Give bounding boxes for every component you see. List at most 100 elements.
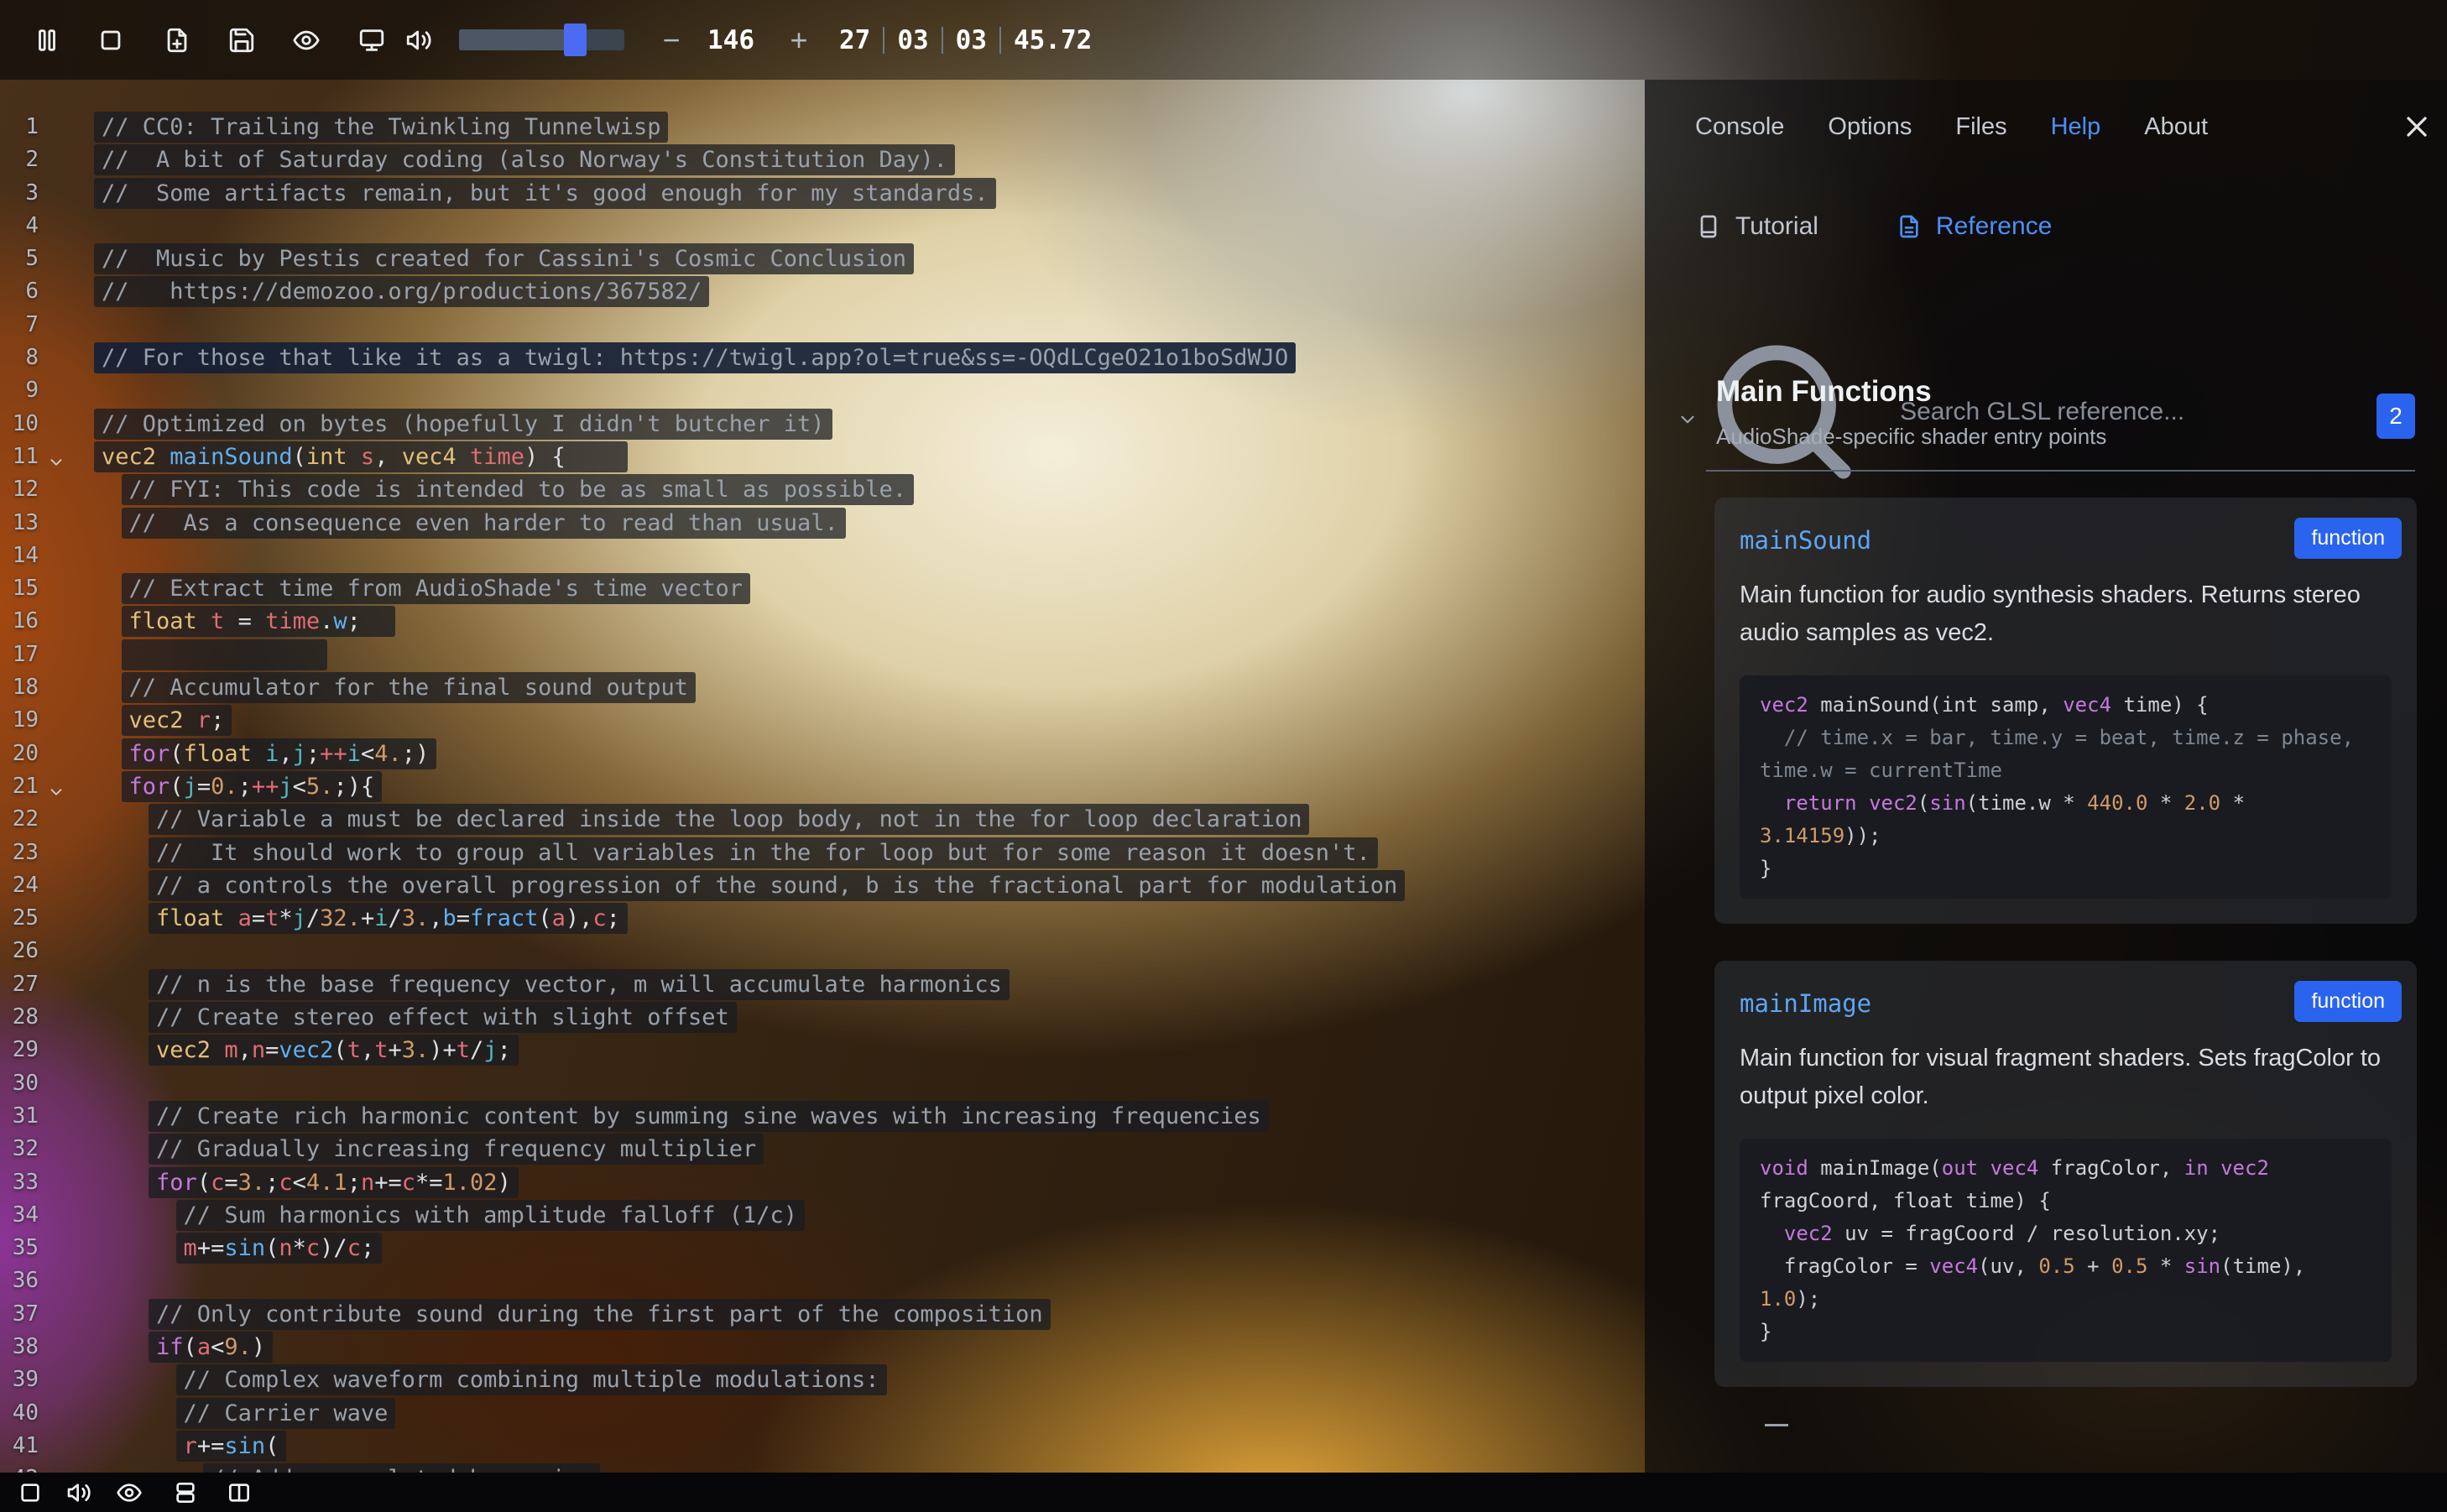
line-number: 39 [0,1363,39,1396]
code-line[interactable]: 9 [0,374,1722,407]
volume-slider[interactable] [459,29,624,50]
code-line[interactable]: 31 // Create rich harmonic content by su… [0,1100,1722,1133]
new-file-button[interactable] [163,26,191,55]
subtab-label: Reference [1936,212,2052,241]
section-count-badge: 2 [2377,394,2415,439]
code-line[interactable]: 19 vec2 r; [0,704,1722,737]
code-line[interactable]: 39 // Complex waveform combining multipl… [0,1363,1722,1396]
stop-button[interactable] [97,26,125,55]
audio-mute-button[interactable] [404,26,433,55]
audioshade-app: − 146 + 27030345.72 1// CC0: Trailing th… [0,0,2447,1512]
code-line[interactable]: 24 // a controls the overall progression… [0,869,1722,902]
code-line[interactable]: 17 [0,639,1722,671]
code-line[interactable]: 12 // FYI: This code is intended to be a… [0,473,1722,506]
bpm-decrease-button[interactable]: − [656,0,686,80]
panel-tab-options[interactable]: Options [1828,113,1912,141]
rows-icon [172,1479,199,1506]
code-line[interactable]: 16 float t = time.w; [0,605,1722,638]
code-line[interactable]: 38 if(a<9.) [0,1331,1722,1363]
fold-chevron-icon[interactable] [47,448,65,467]
code-line[interactable]: 6// https://demozoo.org/productions/3675… [0,275,1722,308]
code-line[interactable]: 34 // Sum harmonics with amplitude fallo… [0,1199,1722,1232]
code-line[interactable]: 23 // It should work to group all variab… [0,837,1722,869]
code-line[interactable]: 40 // Carrier wave [0,1397,1722,1430]
code-line[interactable]: 22 // Variable a must be declared inside… [0,803,1722,836]
time-separator [999,27,1001,54]
code-line[interactable]: 35 m+=sin(n*c)/c; [0,1232,1722,1264]
eye-icon [116,1479,143,1506]
code-line[interactable]: 5// Music by Pestis created for Cassini'… [0,242,1722,275]
code-line[interactable]: 25 float a=t*j/32.+i/3.,b=fract(a),c; [0,902,1722,935]
panel-tab-about[interactable]: About [2144,113,2208,141]
code-line[interactable]: 26 [0,935,1722,967]
code-line[interactable]: 8// For those that like it as a twigl: h… [0,342,1722,374]
subtab-tutorial[interactable]: Tutorial [1695,212,1818,241]
time-value: 03 [956,25,987,55]
panel-tab-files[interactable]: Files [1955,113,2006,141]
top-toolbar: − 146 + 27030345.72 [0,0,2447,80]
book-icon [1695,213,1722,240]
code-line[interactable]: 18 // Accumulator for the final sound ou… [0,671,1722,704]
code-editor[interactable]: 1// CC0: Trailing the Twinkling Tunnelwi… [0,80,1722,1473]
pause-button[interactable] [33,26,61,55]
code-line[interactable]: 28 // Create stereo effect with slight o… [0,1001,1722,1034]
slider-thumb[interactable] [564,23,587,56]
line-number: 23 [0,837,39,869]
code-line[interactable]: 1// CC0: Trailing the Twinkling Tunnelwi… [0,111,1722,143]
code-line[interactable]: 29 vec2 m,n=vec2(t,t+3.)+t/j; [0,1034,1722,1066]
preview-button[interactable] [292,26,321,55]
reference-card-mainImage[interactable]: mainImagefunctionMain function for visua… [1714,961,2417,1387]
line-number: 37 [0,1298,39,1331]
code-line[interactable]: 42 // Add accumulated harmonics [0,1462,1722,1473]
code-line[interactable]: 36 [0,1264,1722,1297]
code-line[interactable]: 11vec2 mainSound(int s, vec4 time) { [0,441,1722,473]
code-line[interactable]: 27 // n is the base frequency vector, m … [0,968,1722,1001]
panel-resize-dash [1765,1424,1788,1426]
split-horizontal-button[interactable] [172,1479,199,1506]
time-value: 03 [897,25,928,55]
display-button[interactable] [357,26,386,55]
code-line[interactable]: 30 [0,1067,1722,1100]
code-line[interactable]: 13 // As a consequence even harder to re… [0,507,1722,540]
line-number: 2 [0,143,39,176]
save-icon [227,26,256,55]
card-title: mainImage [1740,983,2392,1018]
preview-button-bottom[interactable] [116,1479,143,1506]
code-line[interactable]: 14 [0,540,1722,572]
stop-button-bottom[interactable] [17,1479,44,1506]
bpm-increase-button[interactable]: + [782,0,816,80]
function-badge: function [2294,518,2402,559]
reference-card-mainSound[interactable]: mainSoundfunctionMain function for audio… [1714,498,2417,924]
subtab-reference[interactable]: Reference [1896,212,2052,241]
code-text: // Carrier wave [176,1398,396,1429]
panel-tab-console[interactable]: Console [1695,113,1784,141]
code-line[interactable]: 20 for(float i,j;++i<4.;) [0,738,1722,770]
save-button[interactable] [227,26,256,55]
close-panel-button[interactable] [2400,110,2434,143]
code-line[interactable]: 15 // Extract time from AudioShade's tim… [0,572,1722,605]
code-line[interactable]: 37 // Only contribute sound during the f… [0,1298,1722,1331]
split-vertical-button[interactable] [226,1479,253,1506]
code-line[interactable]: 4 [0,210,1722,242]
line-number: 1 [0,111,39,143]
volume-button-bottom[interactable] [65,1479,92,1506]
code-line[interactable]: 10// Optimized on bytes (hopefully I did… [0,408,1722,441]
collapse-section-button[interactable] [1677,409,1698,430]
code-line[interactable]: 3// Some artifacts remain, but it's good… [0,177,1722,210]
line-number: 28 [0,1001,39,1034]
code-line[interactable]: 32 // Gradually increasing frequency mul… [0,1133,1722,1165]
panel-tab-help[interactable]: Help [2051,113,2101,141]
fold-chevron-icon[interactable] [47,778,65,796]
chevron-down-icon [1677,409,1698,430]
code-line[interactable]: 21 for(j=0.;++j<5.;){ [0,770,1722,803]
line-number: 9 [0,374,39,407]
file-text-icon [1896,213,1923,240]
code-example: vec2 mainSound(int samp, vec4 time) { //… [1740,675,2392,899]
code-line[interactable]: 7 [0,309,1722,342]
bpm-value: 146 [695,0,767,80]
code-line[interactable]: 2// A bit of Saturday coding (also Norwa… [0,143,1722,176]
section-header-main-functions: Main Functions 2 AudioShade-specific sha… [1677,375,2415,472]
code-line[interactable]: 41 r+=sin( [0,1430,1722,1462]
line-number: 33 [0,1166,39,1199]
code-line[interactable]: 33 for(c=3.;c<4.1;n+=c*=1.02) [0,1166,1722,1199]
